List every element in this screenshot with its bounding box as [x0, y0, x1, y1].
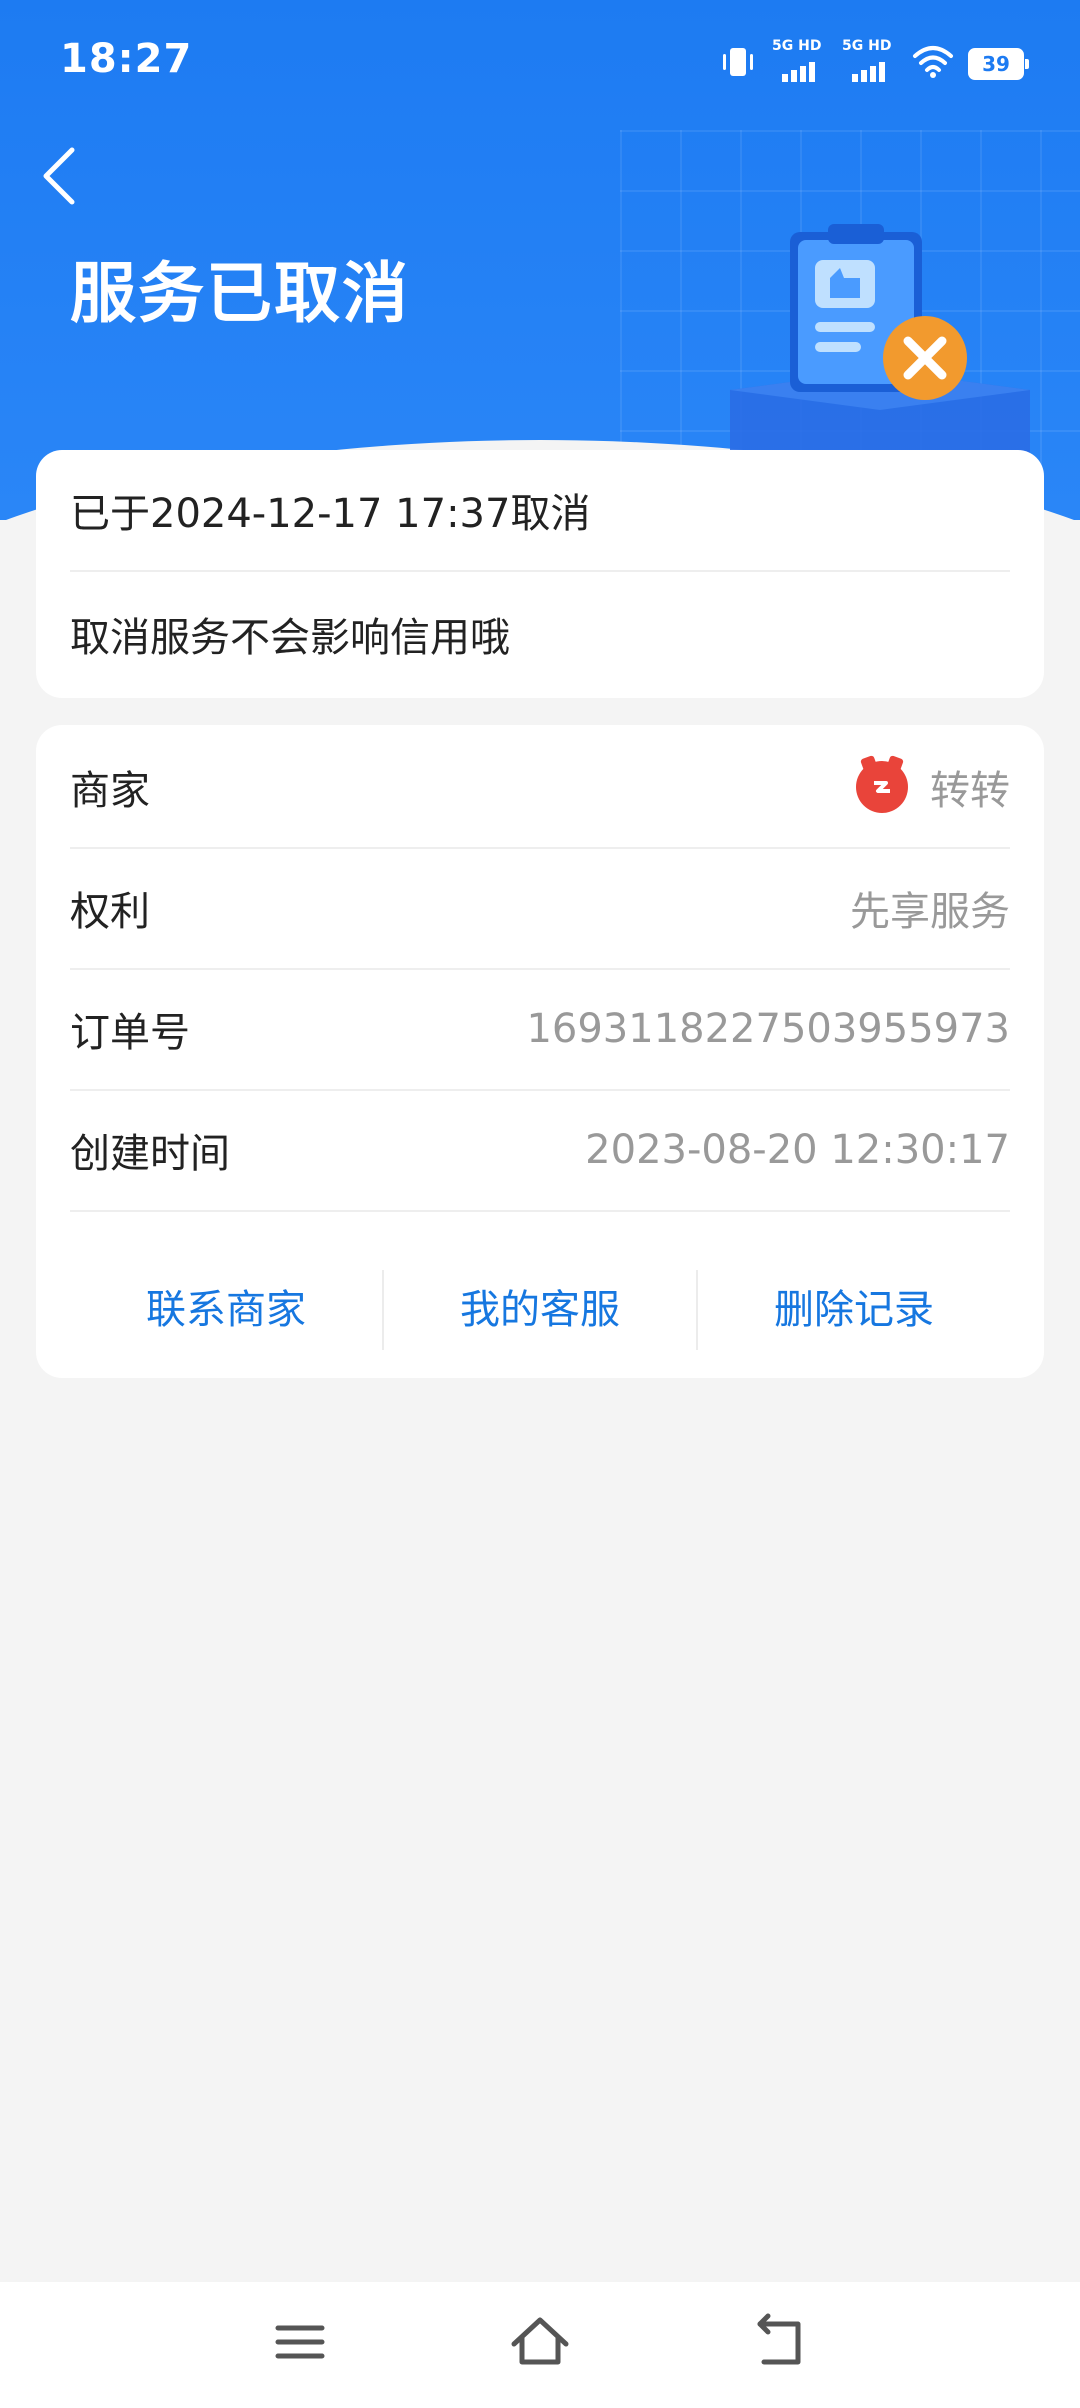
menu-icon [275, 2325, 325, 2359]
menu-button[interactable] [260, 2302, 340, 2382]
merchant-name: 转转 [930, 768, 1010, 814]
cancel-time-row: 已于2024-12-17 17:37取消 [70, 450, 1010, 572]
order-number-label: 订单号 [70, 1010, 190, 1056]
delete-record-button[interactable]: 删除记录 [698, 1270, 1010, 1350]
cancelled-clipboard-icon [720, 220, 1040, 460]
signal-label: 5G HD [772, 38, 822, 54]
rights-row: 权利 先享服务 [70, 848, 1010, 970]
contact-merchant-button[interactable]: 联系商家 [70, 1270, 384, 1350]
rights-label: 权利 [70, 889, 150, 935]
cancel-time-text: 已于2024-12-17 17:37取消 [70, 491, 591, 537]
home-icon [511, 2317, 569, 2365]
battery-icon: 39 [968, 48, 1029, 80]
chevron-left-icon [43, 147, 75, 205]
status-bar: 18:27 5G HD 5G HD 39 [0, 0, 1080, 128]
cancel-note: 取消服务不会影响信用哦 [70, 615, 510, 661]
signal-icon-2: 5G HD [842, 38, 898, 84]
created-time-value: 2023-08-20 12:30:17 [585, 1127, 1010, 1173]
back-nav-button[interactable] [740, 2302, 820, 2382]
merchant-row: 商家 转转 [70, 727, 1010, 849]
system-nav-bar [0, 2282, 1080, 2408]
rights-value: 先享服务 [850, 889, 1010, 935]
created-time-label: 创建时间 [70, 1131, 230, 1177]
order-details-card: 商家 转转 权利 先享服务 订单号 1693118227503955973 创建… [36, 725, 1044, 1378]
order-number-row: 订单号 1693118227503955973 [70, 969, 1010, 1091]
page-title: 服务已取消 [70, 255, 410, 332]
merchant-label: 商家 [70, 768, 150, 814]
vibrate-icon [718, 42, 758, 86]
status-icons: 5G HD 5G HD 39 [718, 38, 1029, 88]
cancel-note-row: 取消服务不会影响信用哦 [70, 574, 1010, 694]
signal-label-2: 5G HD [842, 38, 892, 54]
merchant-logo-icon [856, 761, 908, 813]
page: 18:27 5G HD 5G HD 39 服务已取消 已于2024-12-17 … [0, 0, 1080, 2408]
created-time-row: 创建时间 2023-08-20 12:30:17 [70, 1090, 1010, 1212]
signal-icon: 5G HD [772, 38, 828, 84]
home-button[interactable] [500, 2302, 580, 2382]
back-button[interactable] [32, 140, 92, 210]
order-number-value: 1693118227503955973 [526, 1006, 1010, 1052]
back-icon [757, 2313, 801, 2365]
wifi-icon [912, 44, 954, 84]
merchant-value: 转转 [856, 758, 1010, 816]
action-bar: 联系商家 我的客服 删除记录 [70, 1270, 1010, 1350]
cancel-info-card: 已于2024-12-17 17:37取消 取消服务不会影响信用哦 [36, 450, 1044, 698]
my-service-button[interactable]: 我的客服 [384, 1270, 698, 1350]
status-time: 18:27 [60, 36, 193, 82]
